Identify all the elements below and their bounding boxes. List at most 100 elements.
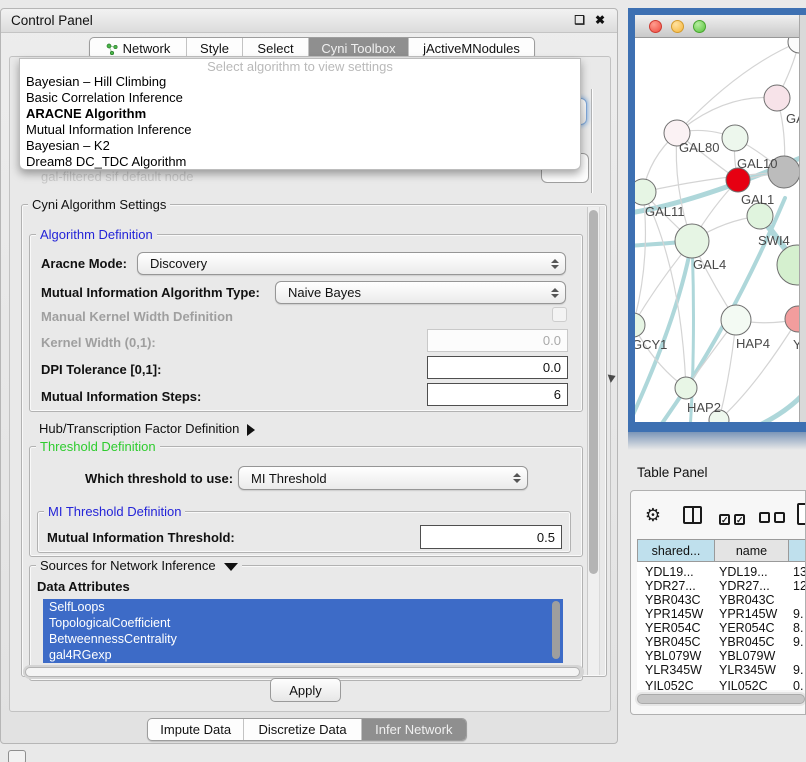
- network-node-salmon[interactable]: [785, 306, 799, 332]
- table-cell[interactable]: 9.: [793, 607, 803, 621]
- table-row[interactable]: YDL19...: [645, 565, 694, 579]
- table-row[interactable]: YIL052C: [645, 679, 694, 690]
- collapsed-panel-icon[interactable]: [8, 750, 26, 762]
- algorithm-option-dream8[interactable]: Dream8 DC_TDC Algorithm: [20, 154, 580, 170]
- close-panel-button[interactable]: ✖: [595, 13, 605, 27]
- network-window: GAL80 GAL10 GAL1 GAL11 SWI4 GAL4 GCY1 HA…: [628, 8, 806, 450]
- aracne-mode-combobox[interactable]: Discovery: [137, 252, 566, 275]
- table-cell[interactable]: YPR145W: [719, 607, 777, 621]
- traffic-light-close-button[interactable]: [649, 20, 662, 33]
- control-panel-title: Control Panel: [11, 13, 93, 28]
- table-cell[interactable]: YLR345W: [719, 663, 776, 677]
- dpi-tolerance-field[interactable]: 0.0: [427, 356, 568, 379]
- split-columns-icon[interactable]: [683, 506, 702, 524]
- node-label-gal11: GAL11: [645, 204, 685, 219]
- network-node-gal11[interactable]: [635, 179, 656, 205]
- network-node-gcy1[interactable]: [635, 313, 645, 337]
- attribute-gal4rgexp[interactable]: gal4RGexp: [43, 647, 563, 663]
- network-node-gal4[interactable]: [675, 224, 709, 258]
- algorithm-option-basic-correlation[interactable]: Basic Correlation Inference: [20, 90, 580, 106]
- algorithm-option-aracne[interactable]: ARACNE Algorithm: [20, 106, 580, 122]
- algorithm-option-bayesian-k2[interactable]: Bayesian – K2: [20, 138, 580, 154]
- table-cell[interactable]: 12: [793, 579, 806, 593]
- table-cell[interactable]: YBL079W: [719, 649, 775, 663]
- network-node-hap2[interactable]: [675, 377, 697, 399]
- settings-hscrollbar-thumb[interactable]: [25, 667, 580, 677]
- table-cell[interactable]: YDL19...: [719, 565, 768, 579]
- table-panel-window: ⚙ ✓✓ shared... name YDL19... YDL19... 13…: [630, 490, 806, 715]
- mi-steps-field[interactable]: 6: [427, 383, 568, 406]
- table-cell[interactable]: YBR043C: [719, 593, 775, 607]
- table-row[interactable]: YDR27...: [645, 579, 696, 593]
- settings-scrollbar-thumb[interactable]: [589, 210, 598, 574]
- network-node-big-green[interactable]: [777, 245, 799, 285]
- table-cell[interactable]: 9.: [793, 663, 803, 677]
- column-header-partial[interactable]: [789, 539, 806, 562]
- algorithm-option-mutual-information[interactable]: Mutual Information Inference: [20, 122, 580, 138]
- float-window-button[interactable]: ❑: [574, 13, 585, 27]
- select-all-checkboxes-icon[interactable]: ✓✓: [719, 510, 749, 528]
- table-cell[interactable]: 0.: [793, 679, 803, 690]
- table-row[interactable]: YER054C: [645, 621, 701, 635]
- network-icon: [106, 43, 118, 55]
- table-cell[interactable]: YIL052C: [719, 679, 768, 690]
- application-screen: Control Panel ❑ ✖ Network Style Select C…: [0, 0, 806, 762]
- attributes-scrollbar-thumb[interactable]: [552, 601, 560, 659]
- settings-gear-icon[interactable]: ⚙: [643, 505, 663, 525]
- combo-arrows-icon: [551, 288, 559, 298]
- sources-group-title[interactable]: Sources for Network Inference: [36, 558, 242, 573]
- table-cell[interactable]: 9.: [793, 635, 803, 649]
- traffic-light-minimize-button[interactable]: [671, 20, 684, 33]
- which-threshold-label: Which threshold to use:: [85, 471, 233, 486]
- combo-arrows-icon: [513, 473, 521, 483]
- column-header-name[interactable]: name: [715, 539, 789, 562]
- mi-threshold-field[interactable]: 0.5: [420, 525, 562, 549]
- network-node-hap4[interactable]: [721, 305, 751, 335]
- network-canvas[interactable]: GAL80 GAL10 GAL1 GAL11 SWI4 GAL4 GCY1 HA…: [635, 38, 799, 422]
- table-cell[interactable]: YBR045C: [719, 635, 775, 649]
- hub-transcription-expander[interactable]: Hub/Transcription Factor Definition: [39, 421, 255, 436]
- table-cell[interactable]: 8.: [793, 621, 803, 635]
- network-node-top-cut[interactable]: [788, 38, 799, 53]
- network-window-titlebar[interactable]: [635, 15, 799, 38]
- table-cell[interactable]: YDR27...: [719, 579, 770, 593]
- expander-arrow-icon: [247, 424, 255, 436]
- table-row[interactable]: YBL079W: [645, 649, 701, 663]
- table-row[interactable]: YLR345W: [645, 663, 702, 677]
- node-label-gal4: GAL4: [693, 257, 726, 272]
- threshold-definition-title: Threshold Definition: [36, 439, 160, 454]
- table-row[interactable]: YBR045C: [645, 635, 701, 649]
- obscured-network-selector-value: gal-filtered sif default node: [41, 169, 193, 184]
- apply-button[interactable]: Apply: [270, 678, 341, 702]
- export-table-icon[interactable]: [797, 503, 806, 525]
- table-cell[interactable]: YER054C: [719, 621, 775, 635]
- network-node-gal1-red[interactable]: [726, 168, 750, 192]
- which-threshold-combobox[interactable]: MI Threshold: [238, 466, 528, 490]
- kernel-width-label: Kernel Width (0,1):: [41, 335, 156, 350]
- algorithm-option-bayesian-hill-climbing[interactable]: Bayesian – Hill Climbing: [20, 74, 580, 90]
- data-attributes-list[interactable]: SelfLoops TopologicalCoefficient Between…: [43, 599, 563, 663]
- which-threshold-value: MI Threshold: [245, 471, 509, 486]
- tab-network-label: Network: [123, 41, 171, 56]
- mi-algorithm-type-label: Mutual Information Algorithm Type:: [41, 285, 260, 300]
- attribute-topologicalcoefficient[interactable]: TopologicalCoefficient: [43, 615, 563, 631]
- tab-impute-data[interactable]: Impute Data: [148, 719, 243, 740]
- traffic-light-zoom-button[interactable]: [693, 20, 706, 33]
- network-node-pink[interactable]: [764, 85, 790, 111]
- attribute-betweennesscentrality[interactable]: BetweennessCentrality: [43, 631, 563, 647]
- attribute-selfloops[interactable]: SelfLoops: [43, 599, 563, 615]
- node-label-gal1: GAL1: [741, 192, 774, 207]
- manual-kernel-width-checkbox[interactable]: [552, 307, 567, 322]
- column-header-shared-name[interactable]: shared...: [637, 539, 715, 562]
- deselect-all-checkboxes-icon[interactable]: [759, 510, 789, 528]
- table-hscrollbar-thumb[interactable]: [637, 694, 805, 704]
- tab-discretize-data[interactable]: Discretize Data: [243, 719, 360, 740]
- mi-algorithm-type-combobox[interactable]: Naive Bayes: [275, 281, 566, 304]
- table-row[interactable]: YPR145W: [645, 607, 703, 621]
- network-node-gal10[interactable]: [722, 125, 748, 151]
- table-toolbar: ⚙ ✓✓: [631, 491, 806, 537]
- kernel-width-field[interactable]: 0.0: [427, 329, 568, 352]
- table-cell[interactable]: 13: [793, 565, 806, 579]
- tab-infer-network[interactable]: Infer Network: [361, 719, 466, 740]
- table-row[interactable]: YBR043C: [645, 593, 701, 607]
